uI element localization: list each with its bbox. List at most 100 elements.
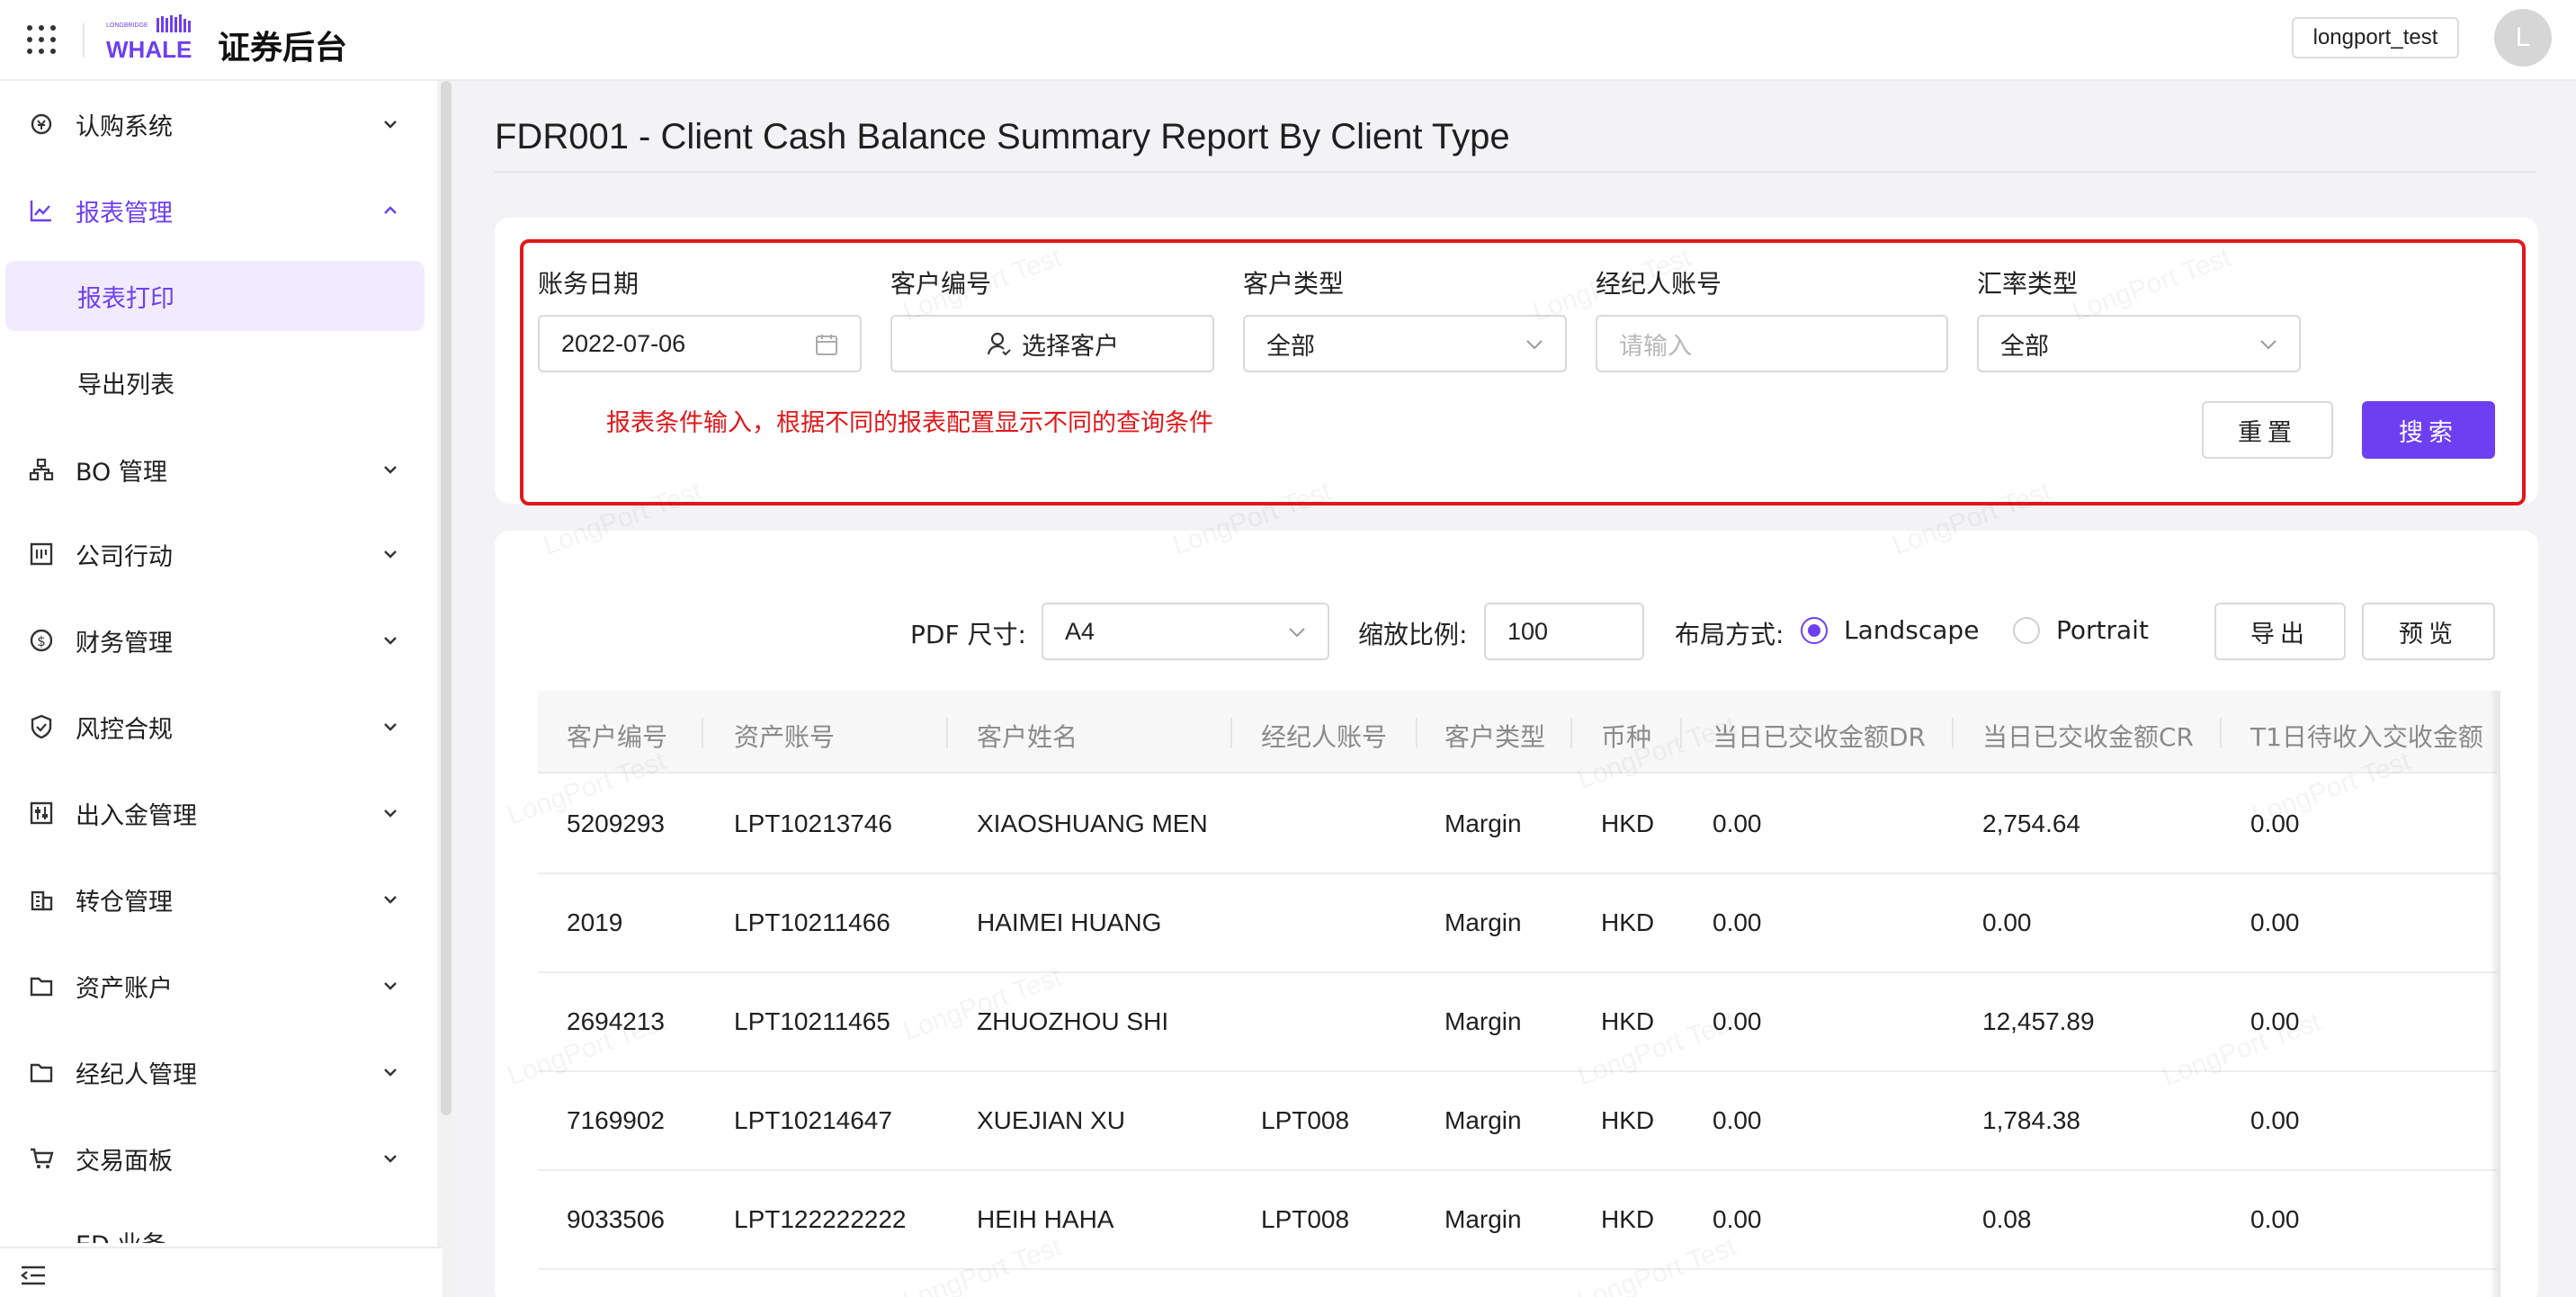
sidebar-scrollbar[interactable] — [441, 81, 452, 1115]
layout-label: 布局方式: — [1675, 620, 1784, 649]
column-header[interactable]: 客户类型 — [1445, 718, 1545, 754]
zoom-input[interactable]: 100 — [1484, 603, 1644, 660]
cell-t1-pending: 0.00 — [2250, 1106, 2300, 1134]
table-row[interactable]: 5209293 LPT10213746 XIAOSHUANG MEN Margi… — [538, 775, 2497, 874]
cell-client-no: 2694213 — [567, 1007, 666, 1035]
cell-client-no: 9033506 — [567, 1205, 666, 1233]
column-header[interactable]: 客户姓名 — [977, 718, 1078, 754]
svg-text:$: $ — [37, 633, 46, 649]
svg-text:WHALE: WHALE — [106, 36, 192, 61]
chevron-down-icon — [384, 810, 397, 818]
sidebar-item-bo[interactable]: BO 管理 — [0, 428, 437, 511]
cell-client-name: XUEJIAN XU — [977, 1106, 1125, 1134]
sidebar-item-deposit-withdraw[interactable]: 出入金管理 — [0, 772, 437, 854]
cell-settled-dr: 0.00 — [1713, 1106, 1762, 1134]
page-title: FDR001 - Client Cash Balance Summary Rep… — [495, 117, 1510, 157]
cell-asset-account: LPT122222222 — [734, 1205, 907, 1233]
pdf-size-select[interactable]: A4 — [1042, 603, 1329, 660]
cell-settled-cr: 12,457.89 — [1982, 1007, 2095, 1035]
pdf-size-label: PDF 尺寸: — [910, 620, 1026, 649]
chevron-down-icon — [384, 723, 397, 731]
app-title: 证券后台 — [218, 30, 348, 67]
sidebar-item-label: 报表管理 — [76, 199, 173, 228]
sidebar-item-risk[interactable]: 风控合规 — [0, 685, 437, 768]
sidebar-item-reports[interactable]: 报表管理 — [0, 169, 437, 252]
column-header[interactable]: 经纪人账号 — [1261, 718, 1387, 754]
chevron-up-icon — [384, 206, 397, 214]
sidebar-item-label: 经纪人管理 — [76, 1060, 197, 1089]
export-button[interactable]: 导出 — [2214, 603, 2346, 660]
sidebar-subitem-report-print[interactable]: 报表打印 — [5, 261, 425, 331]
cell-settled-dr: 0.00 — [1713, 908, 1762, 936]
column-header[interactable]: 客户编号 — [567, 718, 667, 754]
cell-asset-account: LPT10214647 — [734, 1106, 892, 1134]
cell-currency: HKD — [1601, 810, 1655, 837]
sidebar-item-corporate-actions[interactable]: 公司行动 — [0, 513, 437, 595]
app-grid-icon[interactable] — [27, 25, 56, 54]
sidebar-item-transfer[interactable]: 转仓管理 — [0, 858, 437, 941]
preview-button[interactable]: 预览 — [2362, 603, 2495, 660]
cell-settled-cr: 2,754.64 — [1982, 810, 2080, 837]
sidebar-item-label: 风控合规 — [76, 715, 173, 744]
sidebar-item-label: BO 管理 — [76, 458, 167, 487]
sidebar-item-trading-panel[interactable]: 交易面板 — [0, 1117, 437, 1200]
sidebar-subitem-label: 报表打印 — [77, 284, 174, 313]
chevron-down-icon — [384, 637, 397, 645]
avatar[interactable]: L — [2494, 9, 2552, 67]
sidebar-item-ed[interactable]: ED 业务 — [76, 1225, 165, 1243]
cell-t1-pending: 0.00 — [2250, 1007, 2300, 1035]
sidebar-item-subscription[interactable]: 认购系统 — [0, 83, 437, 165]
table-row[interactable]: 2019 LPT10211466 HAIMEI HUANG Margin HKD… — [538, 874, 2497, 973]
cell-client-type: Margin — [1445, 1106, 1522, 1134]
whale-logo[interactable]: LONGBRIDGE WHALE — [104, 14, 198, 61]
annotation-highlight-box — [520, 239, 2526, 505]
column-divider — [702, 718, 703, 748]
sidebar-item-asset-account[interactable]: 资产账户 — [0, 944, 437, 1027]
portrait-label[interactable]: Portrait — [2056, 615, 2149, 645]
sidebar-item-finance[interactable]: $ 财务管理 — [0, 599, 437, 682]
column-header[interactable]: T1日待收入交收金额 — [2250, 718, 2483, 754]
cell-client-type: Margin — [1445, 1007, 1522, 1035]
cell-currency: HKD — [1601, 908, 1655, 936]
column-header[interactable]: 当日已交收金额CR — [1982, 718, 2194, 754]
column-divider — [1570, 718, 1572, 748]
chart-icon — [30, 201, 51, 222]
landscape-radio[interactable] — [1801, 617, 1828, 644]
cell-client-type: Margin — [1445, 908, 1522, 936]
calendar-icon — [30, 542, 53, 566]
sidebar-item-label: 认购系统 — [76, 112, 173, 141]
table-row[interactable]: 2694213 LPT10211465 ZHUOZHOU SHI Margin … — [538, 973, 2497, 1072]
chevron-down-icon — [1289, 628, 1305, 638]
cell-client-no: 7169902 — [567, 1106, 666, 1134]
sidebar-item-label: 公司行动 — [76, 542, 173, 571]
column-header[interactable]: 币种 — [1601, 718, 1651, 754]
cell-client-name: XIAOSHUANG MEN — [977, 810, 1208, 837]
cell-client-type: Margin — [1445, 1205, 1522, 1233]
cell-client-name: HEIH HAHA — [977, 1205, 1114, 1233]
column-header[interactable]: 当日已交收金额DR — [1713, 718, 1926, 754]
cell-settled-cr: 0.08 — [1982, 1205, 2032, 1233]
column-divider — [1416, 718, 1418, 748]
cell-settled-dr: 0.00 — [1713, 1205, 1762, 1233]
column-divider — [1230, 718, 1232, 748]
cell-client-type: Margin — [1445, 810, 1522, 837]
user-name-badge[interactable]: longport_test — [2292, 17, 2459, 58]
collapse-menu-icon[interactable] — [20, 1265, 47, 1286]
column-divider — [1952, 718, 1954, 748]
chevron-down-icon — [384, 982, 397, 990]
landscape-label[interactable]: Landscape — [1844, 615, 1979, 645]
table-row[interactable]: 7169902 LPT10214647 XUEJIAN XU LPT008 Ma… — [538, 1072, 2497, 1171]
cell-t1-pending: 0.00 — [2250, 810, 2300, 837]
chevron-down-icon — [384, 121, 397, 129]
chevron-down-icon — [384, 1155, 397, 1163]
portrait-radio[interactable] — [2013, 617, 2040, 644]
building-icon — [31, 890, 53, 911]
column-divider — [2220, 718, 2222, 748]
divider — [495, 171, 2536, 173]
table-row[interactable]: 9033506 LPT122222222 HEIH HAHA LPT008 Ma… — [538, 1171, 2497, 1270]
sidebar-item-broker[interactable]: 经纪人管理 — [0, 1031, 437, 1114]
folder-icon — [30, 977, 53, 997]
sidebar-subitem-export-list[interactable]: 导出列表 — [5, 347, 425, 417]
column-header[interactable]: 资产账号 — [734, 718, 835, 754]
cell-client-name: HAIMEI HUANG — [977, 908, 1162, 936]
